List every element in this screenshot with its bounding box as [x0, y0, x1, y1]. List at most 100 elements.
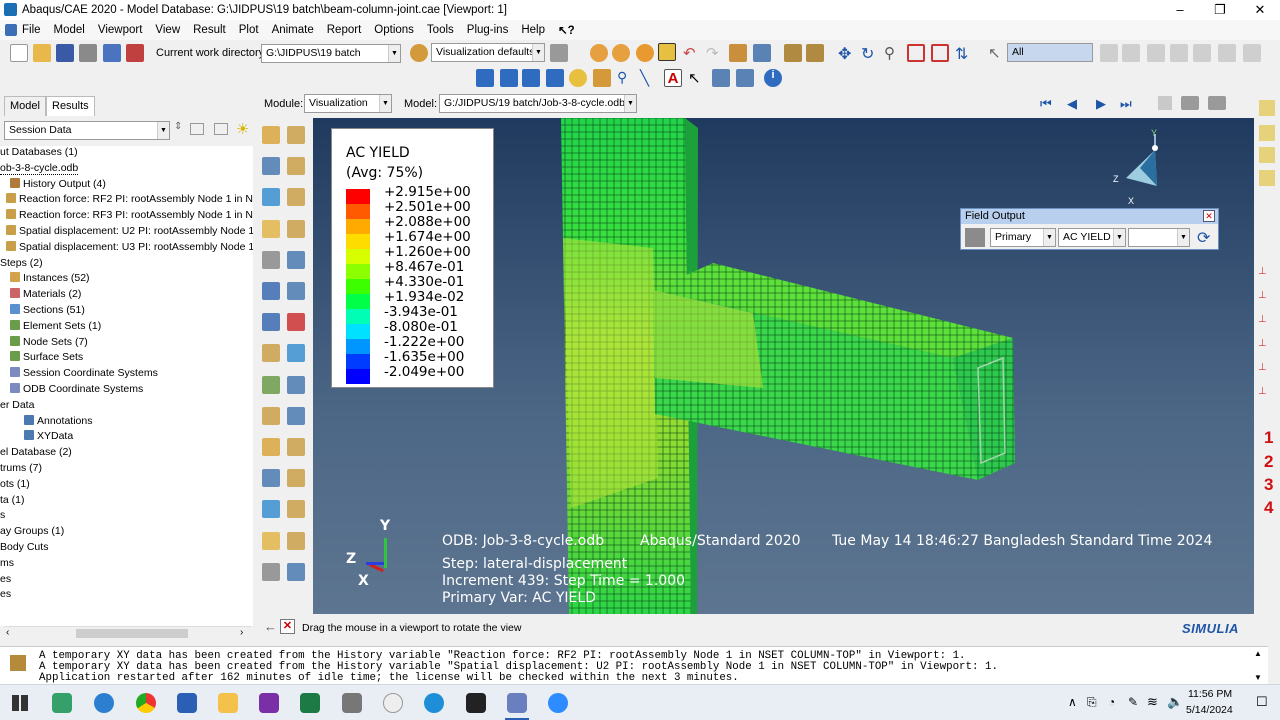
toolbox-tool-icon[interactable]: [287, 438, 305, 456]
toolbox-tool-icon[interactable]: [287, 500, 305, 519]
whats-this-icon[interactable]: ↖?: [558, 23, 575, 37]
select-arrow-icon[interactable]: ↖: [988, 44, 1006, 62]
redo-icon[interactable]: ↷: [706, 44, 724, 62]
excel-icon[interactable]: [300, 693, 320, 713]
toolbox-tool-icon[interactable]: [287, 344, 305, 363]
tree-item[interactable]: er Data: [0, 398, 34, 413]
tree-item[interactable]: es: [0, 587, 11, 602]
tree-item[interactable]: Sections (51): [10, 303, 85, 318]
text-tool-icon[interactable]: A: [664, 69, 682, 87]
render-style-4-icon[interactable]: [546, 69, 564, 87]
select-6-icon[interactable]: [1218, 44, 1236, 62]
toolbox-tool-icon[interactable]: [287, 375, 305, 394]
toolbox-tool-icon[interactable]: [262, 219, 280, 238]
tree-item[interactable]: Annotations: [24, 414, 92, 429]
cwd-combo[interactable]: G:\JIDPUS\19 batch ▼: [261, 44, 401, 63]
onenote-icon[interactable]: [259, 693, 279, 713]
menu-report[interactable]: Report: [327, 24, 362, 36]
view-top-icon[interactable]: [1259, 147, 1275, 163]
save-icon[interactable]: [56, 44, 74, 62]
view-front-icon[interactable]: [1259, 125, 1275, 141]
edge-icon[interactable]: [424, 693, 444, 713]
menu-plot[interactable]: Plot: [239, 24, 259, 36]
toolbox-tool-icon[interactable]: [262, 438, 280, 456]
camera-icon[interactable]: [1181, 96, 1199, 110]
tree-item[interactable]: trums (7): [0, 461, 42, 476]
session-combo[interactable]: Session Data ▼: [4, 121, 170, 140]
axis-zx-icon[interactable]: ⊥: [1258, 386, 1267, 397]
query-icon[interactable]: [658, 43, 676, 61]
tree-item[interactable]: Body Cuts: [0, 540, 48, 555]
toolbox-tool-icon[interactable]: [262, 188, 280, 207]
tree-item[interactable]: Reaction force: RF3 PI: rootAssembly Nod…: [6, 208, 253, 223]
field-component-combo[interactable]: ▼: [1128, 228, 1190, 247]
minimize-button[interactable]: –: [1160, 0, 1200, 20]
render-style-1-icon[interactable]: [476, 69, 494, 87]
stack-icon[interactable]: [103, 44, 121, 62]
view-iso-icon[interactable]: [1259, 100, 1275, 116]
query-tool-icon[interactable]: ⚲: [617, 69, 635, 87]
view-1-button[interactable]: 1: [1264, 428, 1273, 448]
cancel-procedure-icon[interactable]: ✕: [280, 619, 295, 634]
tree-item[interactable]: Spatial displacement: U2 PI: rootAssembl…: [6, 224, 253, 239]
toolbox-tool-icon[interactable]: [262, 500, 280, 519]
info-icon[interactable]: i: [764, 69, 782, 87]
scroll-left-icon[interactable]: ‹: [6, 627, 9, 638]
menu-help[interactable]: Help: [521, 24, 545, 36]
toolbox-tool-icon[interactable]: [287, 219, 305, 238]
toolbox-tool-icon[interactable]: [287, 313, 305, 332]
chrome-icon[interactable]: [136, 693, 156, 713]
line-tool-icon[interactable]: ╲: [640, 69, 658, 87]
axis-zy-icon[interactable]: ⊥: [1258, 314, 1267, 325]
render-style-3-icon[interactable]: [522, 69, 540, 87]
tree-item[interactable]: Spatial displacement: U3 PI: rootAssembl…: [6, 240, 253, 255]
table-2-tool-icon[interactable]: [736, 69, 754, 87]
frame-options-icon[interactable]: [1158, 96, 1172, 110]
cycle-view-icon[interactable]: ⇅: [955, 44, 973, 63]
view-2-button[interactable]: 2: [1264, 452, 1273, 472]
maximize-button[interactable]: ❐: [1200, 0, 1240, 20]
tree-item[interactable]: Element Sets (1): [10, 319, 101, 334]
table-tool-icon[interactable]: [712, 69, 730, 87]
toolbox-tool-icon[interactable]: [287, 562, 305, 581]
sort-icon[interactable]: ⇕: [174, 121, 182, 132]
abaqus-taskbar-icon[interactable]: [507, 693, 527, 713]
notification-icon[interactable]: ☐: [1256, 694, 1268, 710]
zoom-box-icon[interactable]: [907, 44, 925, 62]
toolbox-tool-icon[interactable]: [287, 406, 305, 425]
toolbox-tool-icon[interactable]: [287, 157, 305, 176]
message-scroll-up-icon[interactable]: ▲: [1254, 649, 1262, 658]
model-combo[interactable]: G:/JIDPUS/19 batch/Job-3-8-cycle.odb ▼: [439, 94, 637, 113]
viewport-icon[interactable]: [729, 44, 747, 62]
tree-item[interactable]: Instances (52): [10, 271, 90, 286]
cube-icon[interactable]: [550, 44, 568, 62]
tree-item[interactable]: ms: [0, 556, 14, 571]
menu-file[interactable]: File: [22, 24, 41, 36]
render-style-2-icon[interactable]: [500, 69, 518, 87]
tree-item[interactable]: s: [0, 508, 5, 523]
sphere-icon[interactable]: [636, 44, 654, 62]
toolbox-tool-icon[interactable]: [262, 531, 280, 550]
select-2-icon[interactable]: [1122, 44, 1140, 62]
toolbox-tool-icon[interactable]: [262, 313, 280, 332]
menu-animate[interactable]: Animate: [272, 24, 314, 36]
network-icon[interactable]: ◔: [1108, 695, 1115, 709]
menu-options[interactable]: Options: [374, 24, 414, 36]
previous-frame-icon[interactable]: ◀: [1067, 96, 1077, 112]
word-icon[interactable]: [177, 693, 197, 713]
pan-icon[interactable]: ✥: [838, 44, 856, 63]
toolbox-tool-icon[interactable]: [262, 282, 280, 300]
close-button[interactable]: ✕: [1240, 0, 1280, 20]
tree-item[interactable]: ay Groups (1): [0, 524, 64, 539]
visualization-defaults-icon[interactable]: [410, 44, 428, 62]
message-area-icon[interactable]: [10, 655, 26, 671]
volume-icon[interactable]: 🔈: [1167, 694, 1183, 710]
tree-item[interactable]: History Output (4): [10, 177, 106, 192]
file-explorer-icon[interactable]: [218, 693, 238, 713]
rotate-icon[interactable]: ↻: [861, 44, 879, 63]
menu-tools[interactable]: Tools: [427, 24, 454, 36]
undo-icon[interactable]: ↶: [683, 44, 701, 62]
axis-yz-icon[interactable]: ⊥: [1258, 338, 1267, 349]
camera-2-icon[interactable]: [1208, 96, 1226, 110]
toolbox-tool-icon[interactable]: [262, 469, 280, 488]
